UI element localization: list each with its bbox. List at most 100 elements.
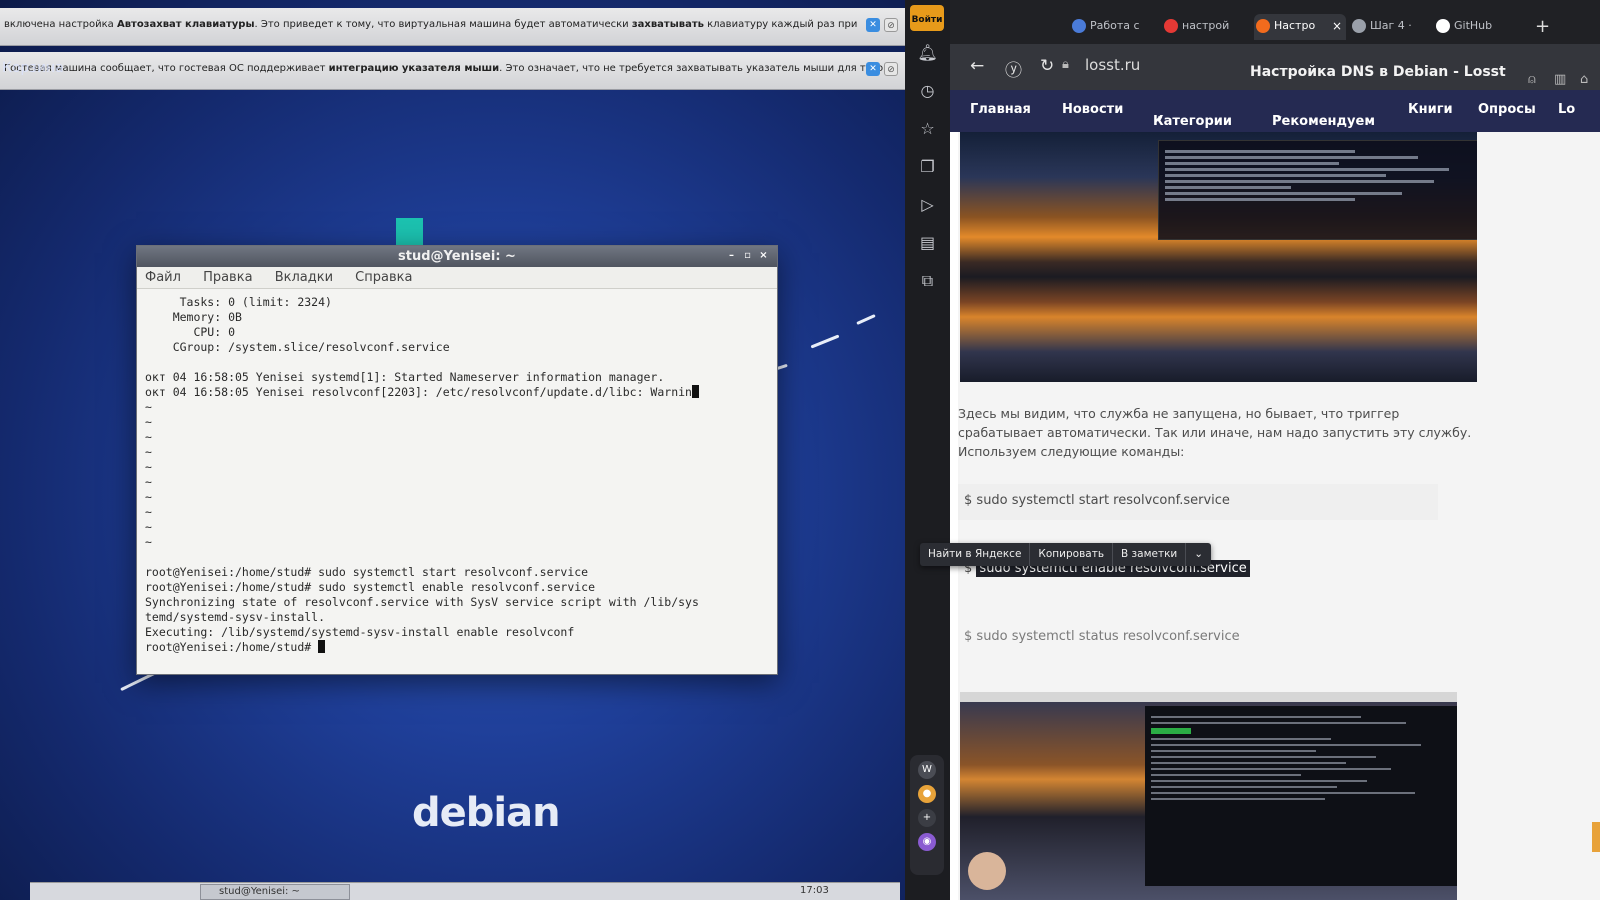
image-terminal-overlay — [1158, 140, 1477, 240]
terminal-line: CPU: 0 — [145, 325, 236, 339]
prompt-symbol: $ — [964, 493, 973, 508]
tab-work[interactable]: Работа с — [1070, 14, 1158, 40]
tab-settings-search[interactable]: настрой — [1162, 14, 1250, 40]
tab-step4[interactable]: Шаг 4 · — [1350, 14, 1430, 40]
navigation-bar: ← ⓨ ↻ 🔒︎ losst.ru Настройка DNS в Debian… — [950, 44, 1600, 90]
article-content: Здесь мы видим, что служба не запущена, … — [950, 132, 1600, 900]
menu-file[interactable]: Файл — [145, 270, 181, 285]
menu-edit[interactable]: Правка — [203, 270, 252, 285]
terminal-cursor — [691, 385, 699, 398]
mouse-integration-notice: Гостевая машина сообщает, что гостевая О… — [0, 52, 905, 90]
to-notes-button[interactable]: В заметки — [1113, 543, 1187, 566]
history-icon[interactable]: ◷ — [917, 80, 938, 101]
chevron-down-icon[interactable]: ⌄ — [1186, 543, 1211, 566]
new-tab-button[interactable]: + — [1535, 16, 1550, 37]
terminal-line: ~ — [145, 490, 152, 504]
minimize-icon[interactable]: – — [726, 250, 737, 261]
terminal-menubar: Файл Правка Вкладки Справка — [137, 267, 777, 289]
reader-icon[interactable]: ▥ — [1554, 72, 1566, 87]
app-icon[interactable]: ● — [918, 785, 936, 803]
address-bar[interactable]: losst.ru — [1085, 56, 1140, 74]
article-image-screenshot — [960, 692, 1457, 900]
tab-github[interactable]: GitHub — [1434, 14, 1514, 40]
sidebar-apps: W ● + ◉ — [910, 755, 944, 875]
terminal-output[interactable]: Tasks: 0 (limit: 2324) Memory: 0B CPU: 0… — [137, 289, 777, 674]
terminal-line: ~ — [145, 475, 152, 489]
screenshot-icon[interactable]: ⧉ — [917, 270, 938, 291]
terminal-titlebar[interactable]: stud@Yenisei: ~ – ▫ × — [137, 246, 777, 267]
tab-active-losst[interactable]: Настро × — [1254, 14, 1346, 40]
terminal-line: root@Yenisei:/home/stud# sudo systemctl … — [145, 565, 589, 579]
add-icon[interactable]: + — [918, 809, 936, 827]
tab-favicon-icon — [1352, 19, 1366, 33]
image-panel — [960, 692, 1457, 702]
tab-label: Работа с — [1090, 19, 1140, 32]
menu-tabs[interactable]: Вкладки — [275, 270, 333, 285]
terminal-line: CGroup: /system.slice/resolvconf.service — [145, 340, 450, 354]
notice-dismiss-icon[interactable]: ⊘ — [884, 62, 898, 76]
content-gutter — [950, 132, 958, 900]
tab-bar: Работа с настрой Настро × Шаг 4 · GitHub … — [950, 0, 1600, 44]
notice-text: . Это означает, что не требуется захваты… — [499, 63, 887, 74]
taskbar-terminal-task[interactable]: stud@Yenisei: ~ — [200, 884, 350, 900]
terminal-line: ~ — [145, 460, 152, 474]
back-icon[interactable]: ← — [970, 56, 984, 76]
find-in-yandex-button[interactable]: Найти в Яндексе — [920, 543, 1031, 566]
terminal-line: ~ — [145, 415, 152, 429]
notice-text: клавиатуру каждый раз при — [703, 19, 858, 30]
site-nav-more[interactable]: Lo — [1558, 102, 1575, 117]
terminal-window[interactable]: stud@Yenisei: ~ – ▫ × Файл Правка Вкладк… — [136, 245, 778, 675]
maximize-icon[interactable]: ▫ — [742, 250, 753, 261]
terminal-line: ~ — [145, 445, 152, 459]
debian-logo: debian — [412, 790, 561, 836]
reload-icon[interactable]: ↻ — [1040, 56, 1054, 76]
terminal-line: окт 04 16:58:05 Yenisei systemd[1]: Star… — [145, 370, 665, 384]
notice-info-icon[interactable]: ✕ — [866, 62, 880, 76]
code-block-start[interactable]: $ sudo systemctl start resolvconf.servic… — [958, 484, 1438, 520]
copy-button[interactable]: Копировать — [1030, 543, 1114, 566]
tab-label: GitHub — [1454, 19, 1493, 32]
keyboard-capture-notice: включена настройка Автозахват клавиатуры… — [0, 8, 905, 46]
tab-favicon-icon — [1164, 19, 1178, 33]
w-app-icon[interactable]: W — [918, 761, 936, 779]
prompt-symbol: $ — [964, 629, 973, 644]
play-icon[interactable]: ▷ — [917, 194, 938, 215]
vm-display[interactable]: включена настройка Автозахват клавиатуры… — [0, 0, 905, 900]
headphones-icon[interactable]: ⍝ — [1528, 72, 1536, 87]
page-title: Настройка DNS в Debian - Losst — [1250, 64, 1506, 80]
terminal-line: Executing: /lib/systemd/systemd-sysv-ins… — [145, 625, 575, 639]
github-icon — [1436, 19, 1450, 33]
site-nav-books[interactable]: Книги — [1408, 102, 1453, 117]
trash-desktop-label[interactable]: Корзина — [2, 60, 64, 76]
site-nav-home[interactable]: Главная — [970, 102, 1031, 117]
lock-icon[interactable]: 🔒︎ — [1062, 57, 1069, 72]
login-button[interactable]: Войти — [910, 5, 944, 31]
close-tab-icon[interactable]: × — [1332, 14, 1342, 38]
notice-bold: Автозахват клавиатуры — [116, 19, 255, 30]
terminal-line: root@Yenisei:/home/stud# — [145, 640, 769, 655]
wallpaper-shape — [396, 218, 423, 245]
yandex-icon[interactable]: ⓨ — [1005, 56, 1022, 81]
notice-info-icon[interactable]: ✕ — [866, 18, 880, 32]
image-terminal — [1145, 706, 1457, 886]
star-icon[interactable]: ☆ — [917, 118, 938, 139]
site-nav-news[interactable]: Новости — [1062, 102, 1123, 117]
notice-dismiss-icon[interactable]: ⊘ — [884, 18, 898, 32]
chevron-down-icon: ▾ — [1158, 114, 1163, 124]
notes-icon[interactable]: ▤ — [917, 232, 938, 253]
bell-icon[interactable]: 🔔︎ — [917, 42, 938, 63]
terminal-title: stud@Yenisei: ~ — [398, 249, 516, 264]
article-paragraph: Здесь мы видим, что служба не запущена, … — [958, 406, 1472, 459]
close-icon[interactable]: × — [758, 250, 769, 261]
assistant-icon[interactable]: ◉ — [918, 833, 936, 851]
chevron-down-icon: ▾ — [1277, 114, 1282, 124]
wallpaper-line — [856, 314, 876, 325]
extensions-icon[interactable]: ⌂ — [1580, 72, 1588, 87]
collections-icon[interactable]: ❐ — [917, 156, 938, 177]
menu-help[interactable]: Справка — [355, 270, 412, 285]
site-nav-polls[interactable]: Опросы — [1478, 102, 1536, 117]
notice-bold: захватывать — [631, 19, 704, 30]
code-block-status[interactable]: $ sudo systemctl status resolvconf.servi… — [958, 620, 1438, 656]
site-nav-label: Рекомендуем — [1272, 114, 1375, 129]
